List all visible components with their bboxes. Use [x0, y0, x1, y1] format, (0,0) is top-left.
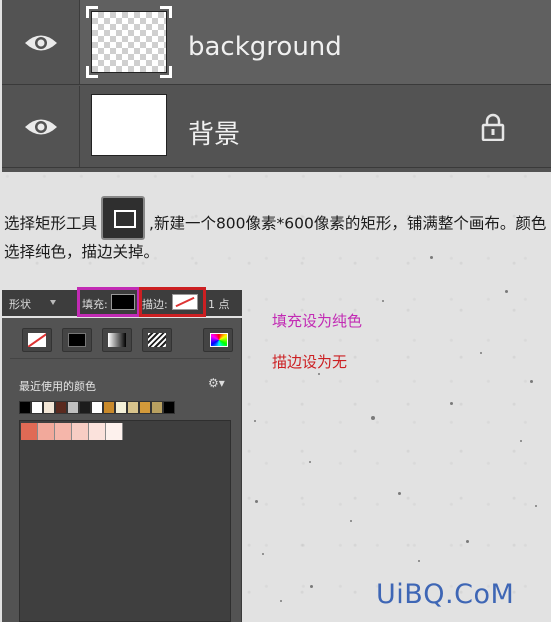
instruction-part-1: 选择矩形工具	[4, 214, 98, 233]
visibility-eye-icon[interactable]	[24, 32, 58, 54]
no-color-button[interactable]	[22, 328, 52, 352]
paper-speck	[262, 553, 264, 555]
paper-speck	[535, 505, 537, 507]
paper-speck	[382, 300, 384, 302]
paper-speck	[255, 500, 258, 503]
recent-color-swatch[interactable]	[127, 401, 139, 414]
recent-color-swatch[interactable]	[91, 401, 103, 414]
gradient-button[interactable]	[102, 328, 132, 352]
shape-mode-dropdown[interactable]: 形状	[9, 296, 56, 312]
preset-swatch-row	[21, 423, 123, 440]
layer-thumbnail-transparent	[86, 6, 172, 78]
layer-name: background	[188, 32, 342, 62]
fill-note: 填充设为纯色	[272, 312, 363, 330]
preset-color-swatch[interactable]	[21, 423, 38, 440]
recent-color-swatch[interactable]	[19, 401, 31, 414]
paper-speck	[398, 492, 401, 495]
lock-icon	[481, 113, 505, 141]
fill-highlight-box	[77, 287, 140, 317]
instruction-text: 选择矩形工具 ,新建一个800像素*600像素的矩形，铺满整个画布。颜色选择纯色，…	[4, 196, 549, 264]
paper-speck	[371, 416, 375, 420]
layer-row-locked[interactable]: 背景	[2, 86, 551, 168]
stroke-note: 描边设为无	[272, 353, 348, 371]
paper-speck	[505, 290, 508, 293]
recent-colors-row	[19, 401, 175, 414]
preset-color-swatch[interactable]	[106, 423, 123, 440]
paper-speck	[530, 380, 533, 383]
picker-divider	[10, 358, 230, 359]
recent-color-swatch[interactable]	[163, 401, 175, 414]
rectangle-tool-icon	[101, 196, 146, 240]
swatch-presets-area	[19, 420, 231, 622]
recent-color-swatch[interactable]	[139, 401, 151, 414]
paper-speck	[254, 420, 256, 422]
recent-color-swatch[interactable]	[79, 401, 91, 414]
paper-speck	[309, 461, 311, 463]
paper-speck	[450, 402, 453, 405]
preset-color-swatch[interactable]	[38, 423, 55, 440]
layer-separator	[79, 0, 80, 84]
recent-color-swatch[interactable]	[103, 401, 115, 414]
color-picker-spectrum-icon[interactable]	[203, 328, 233, 352]
recent-color-swatch[interactable]	[43, 401, 55, 414]
recent-color-swatch[interactable]	[67, 401, 79, 414]
recent-color-swatch[interactable]	[115, 401, 127, 414]
recent-color-swatch[interactable]	[55, 401, 67, 414]
layer-thumbnail-white	[91, 94, 167, 156]
layers-panel: background 背景	[2, 0, 551, 172]
layer-name: 背景	[188, 120, 241, 150]
paper-speck	[310, 585, 313, 588]
preset-color-swatch[interactable]	[89, 423, 106, 440]
paper-speck	[280, 600, 282, 602]
recent-color-swatch[interactable]	[151, 401, 163, 414]
pattern-button[interactable]	[142, 328, 172, 352]
layer-separator	[79, 86, 80, 167]
preset-color-swatch[interactable]	[55, 423, 72, 440]
paper-speck	[466, 540, 469, 543]
visibility-eye-icon[interactable]	[24, 116, 58, 138]
paper-speck	[318, 373, 320, 375]
site-watermark: UiBQ.CoM	[376, 579, 515, 610]
paper-speck	[350, 520, 352, 522]
paper-speck	[418, 560, 420, 562]
recent-colors-label: 最近使用的颜色	[19, 380, 96, 393]
gear-icon[interactable]: ⚙▾	[208, 376, 225, 390]
recent-color-swatch[interactable]	[31, 401, 43, 414]
layer-row-background[interactable]: background	[2, 0, 551, 85]
stroke-highlight-box	[139, 287, 206, 317]
paper-speck	[520, 440, 522, 442]
stroke-width-value[interactable]: 1 点	[208, 296, 230, 312]
preset-color-swatch[interactable]	[72, 423, 89, 440]
paper-speck	[480, 352, 482, 354]
solid-color-button[interactable]	[62, 328, 92, 352]
